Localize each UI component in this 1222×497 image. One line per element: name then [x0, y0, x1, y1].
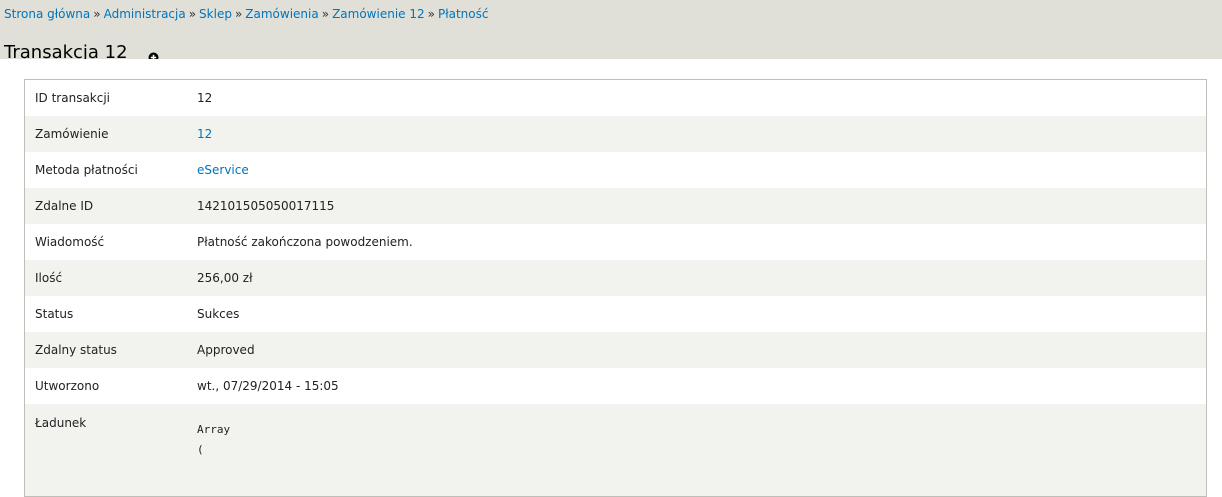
breadcrumb-separator: » — [427, 7, 435, 21]
transaction-id-value: 12 — [197, 79, 1207, 116]
transaction-id-label: ID transakcji — [24, 79, 197, 116]
payload-value-cell: Array ( — [197, 404, 1207, 497]
table-row: Wiadomość Płatność zakończona powodzenie… — [24, 224, 1207, 260]
breadcrumb-link-shop[interactable]: Sklep — [199, 7, 232, 21]
table-row: Metoda płatności eService — [24, 152, 1207, 188]
breadcrumb: Strona główna» Administracja» Sklep» Zamówi… — [4, 6, 488, 22]
order-value-cell: 12 — [197, 116, 1207, 152]
payment-method-value-cell: eService — [197, 152, 1207, 188]
table-row: ID transakcji 12 — [24, 79, 1207, 116]
table-row: Utworzono wt., 07/29/2014 - 15:05 — [24, 368, 1207, 404]
breadcrumb-link-order-12[interactable]: Zamówienie 12 — [332, 7, 425, 21]
order-link[interactable]: 12 — [197, 127, 212, 141]
breadcrumb-separator: » — [188, 7, 197, 21]
breadcrumb-link-home[interactable]: Strona główna — [4, 7, 90, 21]
table-row: Ilość 256,00 zł — [24, 260, 1207, 296]
amount-value: 256,00 zł — [197, 260, 1207, 296]
payment-method-link[interactable]: eService — [197, 163, 249, 177]
message-value: Płatność zakończona powodzeniem. — [197, 224, 1207, 260]
order-label: Zamówienie — [24, 116, 197, 152]
remote-id-value: 142101505050017115 — [197, 188, 1207, 224]
breadcrumb-separator: » — [234, 7, 243, 21]
add-shortcut-icon[interactable] — [148, 48, 159, 63]
amount-label: Ilość — [24, 260, 197, 296]
content-area: ID transakcji 12 Zamówienie 12 Metoda pł… — [0, 59, 1222, 497]
remote-status-value: Approved — [197, 332, 1207, 368]
message-label: Wiadomość — [24, 224, 197, 260]
breadcrumb-separator: » — [93, 7, 101, 21]
remote-status-label: Zdalny status — [24, 332, 197, 368]
payload-label: Ładunek — [24, 404, 197, 497]
table-row: Zdalne ID 142101505050017115 — [24, 188, 1207, 224]
table-row: Status Sukces — [24, 296, 1207, 332]
breadcrumb-link-orders[interactable]: Zamówienia — [245, 7, 318, 21]
title-row: Transakcja 12 — [4, 29, 159, 63]
table-row: Ładunek Array ( — [24, 404, 1207, 497]
breadcrumb-link-payment[interactable]: Płatność — [438, 7, 489, 21]
payload-value: Array ( — [197, 423, 231, 456]
breadcrumb-separator: » — [321, 7, 330, 21]
created-label: Utworzono — [24, 368, 197, 404]
status-label: Status — [24, 296, 197, 332]
page-header: Strona główna» Administracja» Sklep» Zamówi… — [0, 0, 1222, 63]
breadcrumb-link-administration[interactable]: Administracja — [104, 7, 186, 21]
payment-method-label: Metoda płatności — [24, 152, 197, 188]
created-value: wt., 07/29/2014 - 15:05 — [197, 368, 1207, 404]
remote-id-label: Zdalne ID — [24, 188, 197, 224]
transaction-details-table: ID transakcji 12 Zamówienie 12 Metoda pł… — [24, 79, 1207, 497]
status-value: Sukces — [197, 296, 1207, 332]
table-row: Zdalny status Approved — [24, 332, 1207, 368]
table-row: Zamówienie 12 — [24, 116, 1207, 152]
